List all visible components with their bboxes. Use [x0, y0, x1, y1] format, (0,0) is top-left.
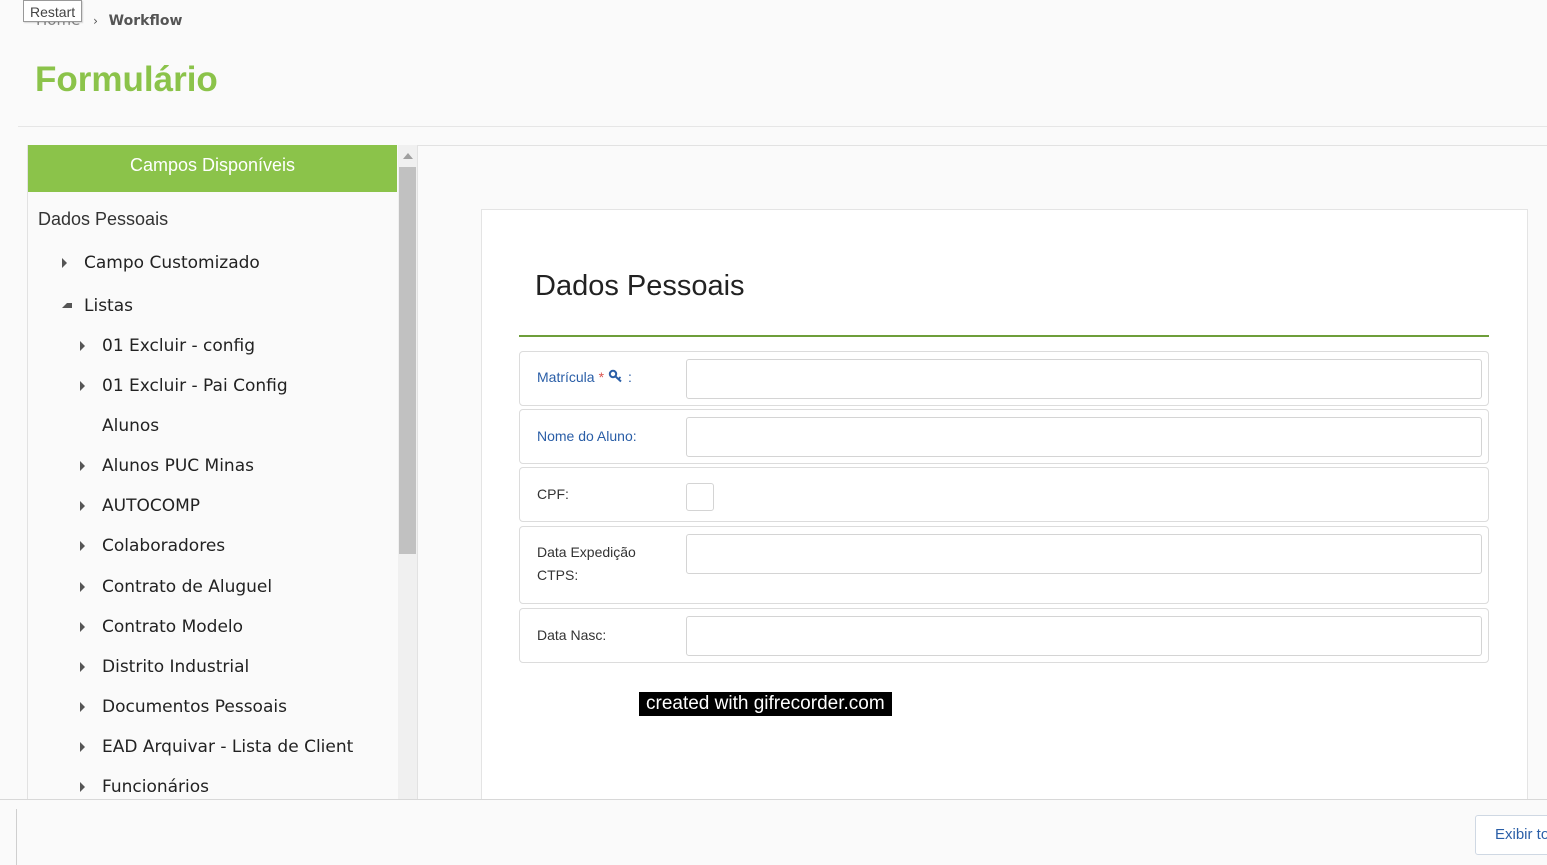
- caret-right-icon[interactable]: [80, 622, 85, 632]
- field-row-data-nasc[interactable]: Data Nasc:: [519, 608, 1489, 663]
- tree-item-label: 01 Excluir - Pai Config: [102, 376, 288, 396]
- tree-item-label: Distrito Industrial: [102, 657, 250, 677]
- caret-right-icon[interactable]: [80, 461, 85, 471]
- caret-right-icon[interactable]: [80, 782, 85, 792]
- field-row-nome-aluno[interactable]: Nome do Aluno:: [519, 409, 1489, 464]
- tree-item-label: Listas: [84, 296, 133, 316]
- caret-right-icon[interactable]: [80, 541, 85, 551]
- field-row-cpf[interactable]: CPF:: [519, 467, 1489, 522]
- caret-right-icon[interactable]: [80, 341, 85, 351]
- form-section-divider: [519, 335, 1489, 337]
- tree-root-label[interactable]: Dados Pessoais: [38, 209, 168, 230]
- scrollbar-thumb[interactable]: [399, 167, 416, 554]
- field-label-nome-aluno: Nome do Aluno:: [537, 428, 637, 444]
- scroll-up-arrow-icon[interactable]: [403, 153, 413, 159]
- bottom-divider: [16, 809, 17, 865]
- field-label-matricula: Matrícula *:: [537, 366, 632, 390]
- field-row-matricula[interactable]: Matrícula *:: [519, 351, 1489, 406]
- cpf-checkbox[interactable]: [686, 483, 714, 511]
- caret-right-icon[interactable]: [80, 381, 85, 391]
- tree-item-label: Contrato Modelo: [102, 617, 244, 637]
- key-icon: [608, 367, 624, 390]
- matricula-label-text: Matrícula: [537, 369, 595, 385]
- form-canvas: Dados Pessoais Matrícula *: Nome do Aluno…: [418, 145, 1547, 809]
- watermark: created with gifrecorder.com: [639, 692, 892, 716]
- breadcrumb-separator-icon: ›: [93, 14, 98, 28]
- field-row-data-expedicao-ctps[interactable]: Data Expedição CTPS:: [519, 526, 1489, 604]
- caret-right-icon[interactable]: [80, 662, 85, 672]
- exibir-button[interactable]: Exibir to: [1475, 815, 1547, 855]
- caret-right-icon[interactable]: [62, 258, 67, 268]
- form-card: Dados Pessoais Matrícula *: Nome do Aluno…: [481, 209, 1528, 809]
- tree-item-label: 01 Excluir - config: [102, 336, 256, 356]
- tree-item-label: Documentos Pessoais: [102, 697, 287, 717]
- field-label-cpf: CPF:: [537, 486, 569, 502]
- tree-item-label: Contrato de Aluguel: [102, 577, 273, 597]
- page-title: Formulário: [35, 60, 218, 99]
- field-label-data-expedicao-ctps: Data Expedição CTPS:: [537, 544, 636, 583]
- tree-item-label: Funcionários: [102, 777, 210, 797]
- field-label-data-nasc: Data Nasc:: [537, 627, 607, 643]
- caret-right-icon[interactable]: [80, 742, 85, 752]
- tree-item-label: Campo Customizado: [84, 253, 260, 273]
- matricula-label-suffix: :: [628, 369, 632, 385]
- caret-right-icon[interactable]: [80, 501, 85, 511]
- required-asterisk: *: [598, 369, 605, 385]
- sidebar-scrollbar[interactable]: [398, 145, 417, 800]
- breadcrumb-current: Workflow: [108, 13, 183, 29]
- form-section-title: Dados Pessoais: [535, 270, 745, 302]
- caret-right-icon[interactable]: [80, 702, 85, 712]
- tree-item-label: Colaboradores: [102, 536, 226, 556]
- title-divider: [18, 126, 1547, 127]
- bottom-toolbar: Exibir to: [0, 799, 1547, 865]
- caret-down-icon[interactable]: [62, 303, 72, 308]
- tree-item-label: AUTOCOMP: [102, 496, 201, 516]
- matricula-input[interactable]: [686, 359, 1482, 399]
- caret-right-icon[interactable]: [80, 582, 85, 592]
- nome-aluno-input[interactable]: [686, 417, 1482, 457]
- sidebar-header: Campos Disponíveis: [28, 145, 397, 192]
- data-nasc-input[interactable]: [686, 616, 1482, 656]
- tree-item-label: EAD Arquivar - Lista de Client: [102, 737, 354, 757]
- tree-item-label: Alunos PUC Minas: [102, 456, 254, 476]
- fields-sidebar: Campos Disponíveis Dados Pessoais Campo …: [27, 145, 418, 800]
- restart-button[interactable]: Restart: [23, 0, 83, 22]
- data-expedicao-ctps-input[interactable]: [686, 534, 1482, 574]
- tree-item-label: Alunos: [102, 416, 160, 436]
